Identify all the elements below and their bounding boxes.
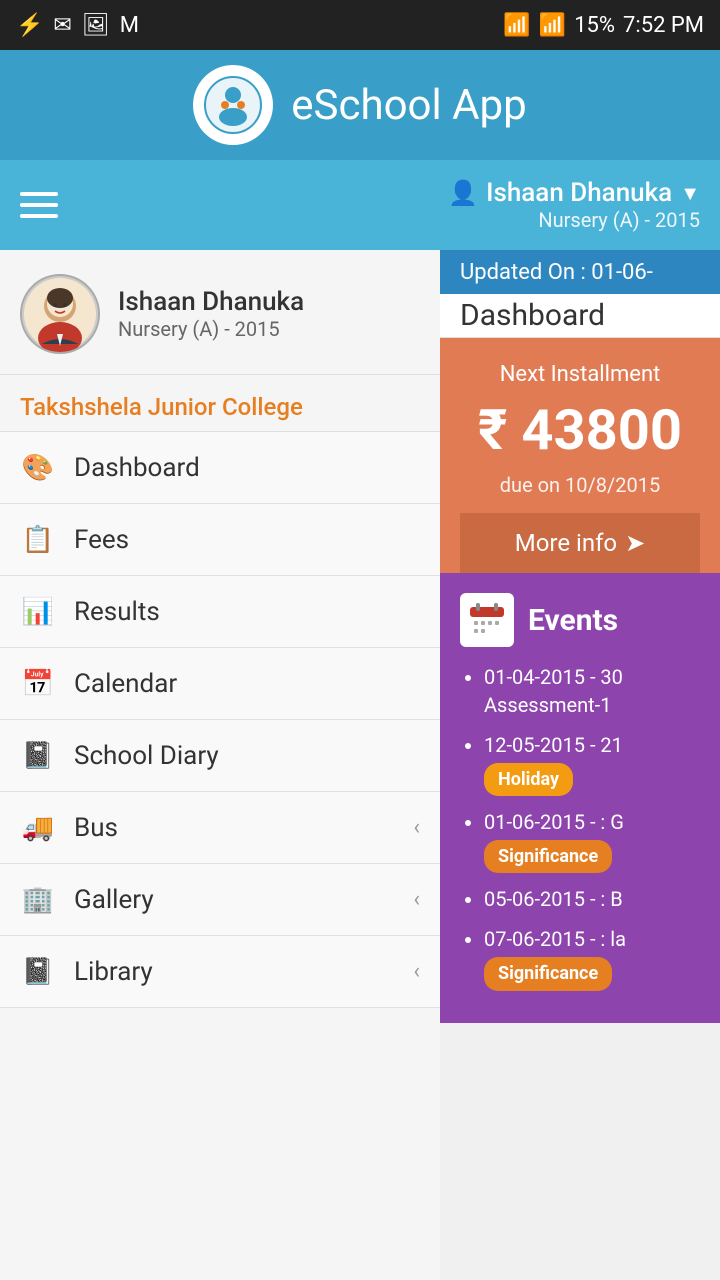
nav-label-bus: Bus <box>74 813 118 843</box>
hamburger-menu[interactable] <box>20 192 58 218</box>
sidebar-item-gallery[interactable]: 🏢 Gallery ‹ <box>0 864 440 936</box>
nav-menu: 🎨 Dashboard 📋 Fees 📊 Results 📅 <box>0 432 440 1008</box>
bus-chevron: ‹ <box>413 815 420 840</box>
app-header: eSchool App <box>0 50 720 160</box>
event-item-5: 07-06-2015 - : la Significance <box>484 925 700 990</box>
event-desc-1: Assessment-1 <box>484 693 611 717</box>
event-date-3: 01-06-2015 - : G <box>484 810 624 834</box>
event-date-1: 01-04-2015 - 30 <box>484 665 623 689</box>
update-banner: Updated On : 01-06- <box>440 250 720 294</box>
profile-section: Ishaan Dhanuka Nursery (A) - 2015 <box>0 250 440 375</box>
avatar <box>20 274 100 354</box>
dashboard-icon: 🎨 <box>20 450 56 486</box>
event-item-3: 01-06-2015 - : G Significance <box>484 808 700 873</box>
event-date-4: 05-06-2015 - : B <box>484 887 623 911</box>
fees-icon: 📋 <box>20 522 56 558</box>
email-icon: ✉ <box>53 13 71 38</box>
event-date-5: 07-06-2015 - : la <box>484 927 626 951</box>
event-item-1: 01-04-2015 - 30 Assessment-1 <box>484 663 700 719</box>
nav-label-gallery: Gallery <box>74 885 154 915</box>
nav-label-results: Results <box>74 597 160 627</box>
school-diary-icon: 📓 <box>20 738 56 774</box>
sidebar-item-dashboard[interactable]: 🎨 Dashboard <box>0 432 440 504</box>
calendar-icon: 📅 <box>20 666 56 702</box>
user-icon: 👤 <box>448 179 478 207</box>
sidebar-item-calendar[interactable]: 📅 Calendar <box>0 648 440 720</box>
battery-text: 15% <box>574 13 615 38</box>
more-info-label: More info <box>515 529 617 557</box>
profile-class: Nursery (A) - 2015 <box>118 317 304 341</box>
sidebar: Ishaan Dhanuka Nursery (A) - 2015 Takshs… <box>0 250 440 1280</box>
library-icon: 📓 <box>20 954 56 990</box>
dashboard-title: Dashboard <box>460 298 605 333</box>
holiday-badge: Holiday <box>484 763 573 796</box>
toolbar-username: Ishaan Dhanuka <box>486 178 672 208</box>
gallery-chevron: ‹ <box>413 887 420 912</box>
event-item-4: 05-06-2015 - : B <box>484 885 700 913</box>
sidebar-item-library[interactable]: 📓 Library ‹ <box>0 936 440 1008</box>
toolbar-userclass: Nursery (A) - 2015 <box>538 208 700 232</box>
status-right-icons: 📶 📶 15% 7:52 PM <box>503 13 704 38</box>
events-card: Events 01-04-2015 - 30 Assessment-1 12-0… <box>440 573 720 1023</box>
status-bar: ⚡ ✉ 🖼 M 📶 📶 15% 7:52 PM <box>0 0 720 50</box>
nav-label-library: Library <box>74 957 153 987</box>
fee-card: Next Installment ₹ 43800 due on 10/8/201… <box>440 338 720 573</box>
image-icon: 🖼 <box>82 13 110 38</box>
events-title: Events <box>528 603 618 638</box>
events-list: 01-04-2015 - 30 Assessment-1 12-05-2015 … <box>460 663 700 991</box>
more-info-button[interactable]: More info ➤ <box>460 513 700 573</box>
wifi-icon: 📶 <box>503 13 530 38</box>
significance-badge-1: Significance <box>484 840 612 873</box>
profile-name: Ishaan Dhanuka <box>118 287 304 317</box>
sidebar-item-school-diary[interactable]: 📓 School Diary <box>0 720 440 792</box>
results-icon: 📊 <box>20 594 56 630</box>
app-title: eSchool App <box>291 81 526 130</box>
events-calendar-icon <box>460 593 514 647</box>
app-logo <box>193 65 273 145</box>
dropdown-icon: ▼ <box>680 181 700 206</box>
toolbar: 👤 Ishaan Dhanuka ▼ Nursery (A) - 2015 <box>0 160 720 250</box>
bus-icon: 🚚 <box>20 810 56 846</box>
sidebar-item-bus[interactable]: 🚚 Bus ‹ <box>0 792 440 864</box>
nav-label-calendar: Calendar <box>74 669 177 699</box>
user-info[interactable]: 👤 Ishaan Dhanuka ▼ Nursery (A) - 2015 <box>448 178 700 232</box>
usb-icon: ⚡ <box>16 13 43 38</box>
profile-text: Ishaan Dhanuka Nursery (A) - 2015 <box>118 287 304 341</box>
events-header: Events <box>460 593 700 647</box>
library-chevron: ‹ <box>413 959 420 984</box>
sidebar-item-fees[interactable]: 📋 Fees <box>0 504 440 576</box>
event-item-2: 12-05-2015 - 21 Holiday <box>484 731 700 796</box>
dashboard-header: Dashboard <box>440 294 720 338</box>
event-date-2: 12-05-2015 - 21 <box>484 733 623 757</box>
fee-label: Next Installment <box>460 362 700 387</box>
nav-label-school-diary: School Diary <box>74 741 219 771</box>
arrow-right-icon: ➤ <box>625 529 645 557</box>
right-panel: Updated On : 01-06- Dashboard Next Insta… <box>440 250 720 1280</box>
school-name: Takshshela Junior College <box>0 375 440 432</box>
gallery-icon: 🏢 <box>20 882 56 918</box>
fee-due-date: due on 10/8/2015 <box>460 473 700 497</box>
fee-amount: ₹ 43800 <box>460 397 700 463</box>
time-display: 7:52 PM <box>623 13 704 38</box>
nav-label-fees: Fees <box>74 525 129 555</box>
main-layout: Ishaan Dhanuka Nursery (A) - 2015 Takshs… <box>0 250 720 1280</box>
nav-label-dashboard: Dashboard <box>74 453 200 483</box>
status-left-icons: ⚡ ✉ 🖼 M <box>16 13 139 38</box>
significance-badge-2: Significance <box>484 957 612 990</box>
sidebar-item-results[interactable]: 📊 Results <box>0 576 440 648</box>
gmail-icon: M <box>120 13 139 38</box>
signal-icon: 📶 <box>539 13 566 38</box>
